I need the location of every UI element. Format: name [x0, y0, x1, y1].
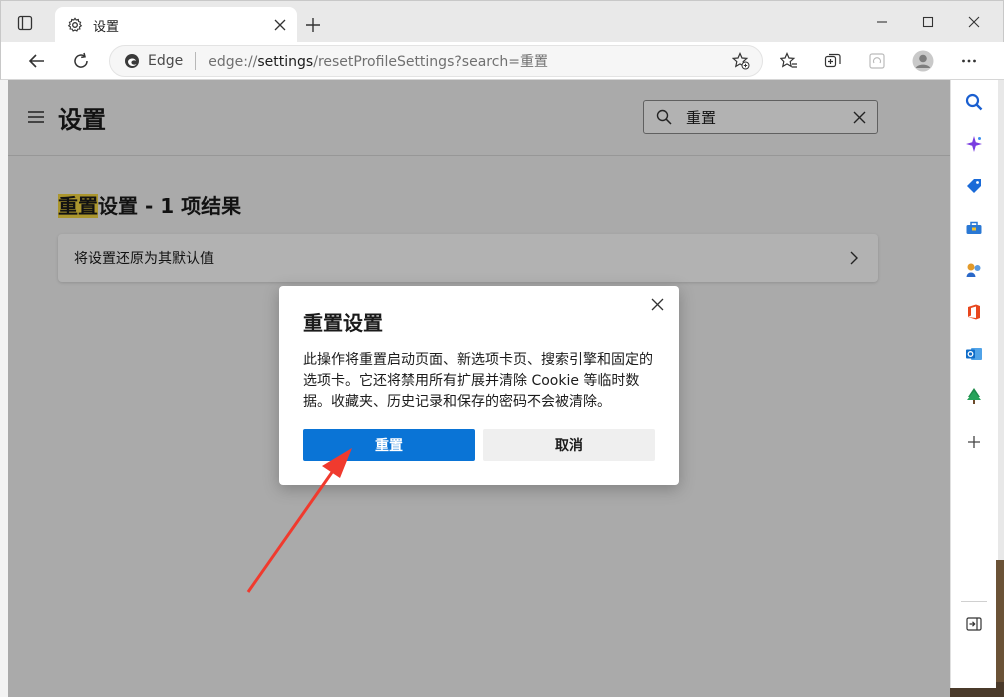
- extension-icon: [869, 53, 885, 69]
- maximize-button[interactable]: [905, 9, 951, 35]
- close-icon: [651, 298, 663, 310]
- sidebar-divider: [961, 601, 987, 602]
- close-icon: [968, 16, 980, 28]
- tab-settings[interactable]: 设置: [55, 7, 297, 43]
- extension-button[interactable]: [863, 47, 891, 75]
- site-identity-label: Edge: [148, 53, 184, 69]
- avatar-icon: [912, 50, 934, 72]
- collections-icon: [824, 53, 841, 68]
- reset-confirm-button[interactable]: 重置: [303, 429, 475, 461]
- url-host: settings: [257, 54, 314, 70]
- gear-icon: [67, 17, 83, 32]
- more-icon: [962, 59, 976, 63]
- edge-sidebar: [950, 80, 996, 688]
- plus-icon: [306, 18, 320, 32]
- profile-button[interactable]: [909, 47, 937, 75]
- star-add-icon: [732, 52, 750, 70]
- tab-actions-icon: [17, 15, 33, 31]
- dialog-close-button[interactable]: [645, 292, 669, 316]
- address-bar[interactable]: Edge edge://settings/resetProfileSetting…: [109, 45, 763, 77]
- tab-actions-menu-button[interactable]: [15, 13, 35, 33]
- collections-button[interactable]: [819, 47, 847, 75]
- favorites-icon: [780, 52, 797, 68]
- favorites-button[interactable]: [775, 47, 803, 75]
- maximize-icon: [922, 16, 934, 28]
- sidebar-office-button[interactable]: [962, 300, 986, 324]
- cancel-button[interactable]: 取消: [483, 429, 655, 461]
- sidebar-copilot-button[interactable]: [962, 132, 986, 156]
- edge-logo-icon: [125, 54, 139, 68]
- url-text: edge://settings/resetProfileSettings?sea…: [208, 51, 728, 71]
- tab-title: 设置: [93, 19, 120, 35]
- back-arrow-icon: [28, 54, 44, 68]
- settings-and-more-button[interactable]: [955, 47, 983, 75]
- back-button[interactable]: [23, 47, 51, 75]
- sidebar-shopping-button[interactable]: [962, 174, 986, 198]
- hide-sidebar-icon: [966, 617, 982, 631]
- tab-strip: 设置: [0, 0, 1004, 43]
- dialog-message: 此操作将重置启动页面、新选项卡页、搜索引擎和固定的选项卡。它还将禁用所有扩展并清…: [303, 352, 653, 410]
- sidebar-add-button[interactable]: [962, 430, 986, 454]
- add-favorite-button[interactable]: [728, 48, 754, 74]
- window-close-button[interactable]: [951, 9, 997, 35]
- sidebar-drop-button[interactable]: [962, 384, 986, 408]
- sidebar-search-button[interactable]: [962, 90, 986, 114]
- minimize-icon: [877, 21, 887, 23]
- minimize-button[interactable]: [859, 9, 905, 35]
- sidebar-collapse-button[interactable]: [962, 612, 986, 636]
- shopping-tag-icon: [967, 179, 981, 193]
- sparkle-icon: [966, 136, 982, 152]
- address-separator: [195, 52, 197, 70]
- desktop-wallpaper-corner: [996, 560, 1004, 697]
- toolbox-icon: [966, 221, 982, 234]
- url-scheme: edge://: [208, 54, 258, 70]
- office-icon: [968, 304, 980, 320]
- browser-toolbar: Edge edge://settings/resetProfileSetting…: [0, 42, 1004, 80]
- refresh-icon: [74, 52, 88, 68]
- outlook-icon: [966, 348, 982, 360]
- games-icon: [966, 263, 981, 277]
- refresh-button[interactable]: [67, 47, 95, 75]
- sidebar-games-button[interactable]: [962, 258, 986, 282]
- browser-window: 设置 Edge edge://settings/resetProfileSett…: [0, 0, 1004, 697]
- search-icon: [965, 93, 983, 111]
- desktop-background-left: [0, 78, 8, 697]
- sidebar-outlook-button[interactable]: [962, 342, 986, 366]
- tree-icon: [967, 388, 981, 404]
- dialog-title: 重置设置: [303, 311, 383, 335]
- reset-settings-dialog: 重置设置 此操作将重置启动页面、新选项卡页、搜索引擎和固定的选项卡。它还将禁用所…: [279, 286, 679, 485]
- plus-icon: [968, 436, 980, 448]
- url-path: /resetProfileSettings?search=重置: [313, 54, 549, 70]
- close-icon: [274, 19, 286, 31]
- sidebar-tools-button[interactable]: [962, 216, 986, 240]
- tab-close-button[interactable]: [269, 14, 291, 36]
- new-tab-button[interactable]: [301, 13, 325, 37]
